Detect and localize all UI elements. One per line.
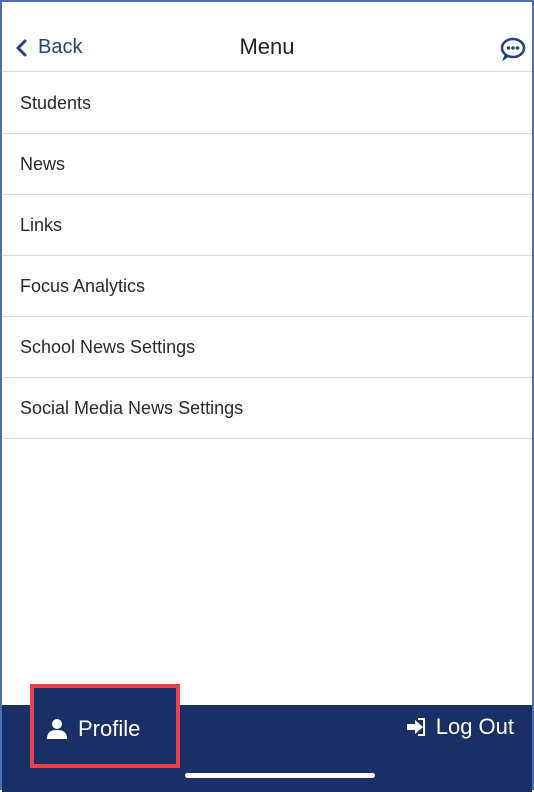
user-icon xyxy=(47,719,67,739)
app-frame: Back Menu Students News Links Focus Anal… xyxy=(0,0,534,792)
menu-item-focus-analytics[interactable]: Focus Analytics xyxy=(2,256,532,317)
menu-item-news[interactable]: News xyxy=(2,134,532,195)
chat-bubble-icon[interactable] xyxy=(500,36,526,62)
profile-label: Profile xyxy=(78,716,141,741)
page-title: Menu xyxy=(239,34,295,59)
menu-item-school-news-settings[interactable]: School News Settings xyxy=(2,317,532,378)
menu-item-links[interactable]: Links xyxy=(2,195,532,256)
menu-item-students[interactable]: Students xyxy=(2,73,532,134)
home-indicator xyxy=(185,773,375,778)
header-bar: Back Menu xyxy=(2,2,532,72)
profile-button[interactable]: Profile xyxy=(30,684,180,768)
logout-button[interactable]: Log Out xyxy=(406,714,514,740)
sign-out-icon xyxy=(406,718,425,736)
menu-item-social-media-news-settings[interactable]: Social Media News Settings xyxy=(2,378,532,439)
logout-label: Log Out xyxy=(435,714,514,739)
menu-list: Students News Links Focus Analytics Scho… xyxy=(2,73,532,439)
